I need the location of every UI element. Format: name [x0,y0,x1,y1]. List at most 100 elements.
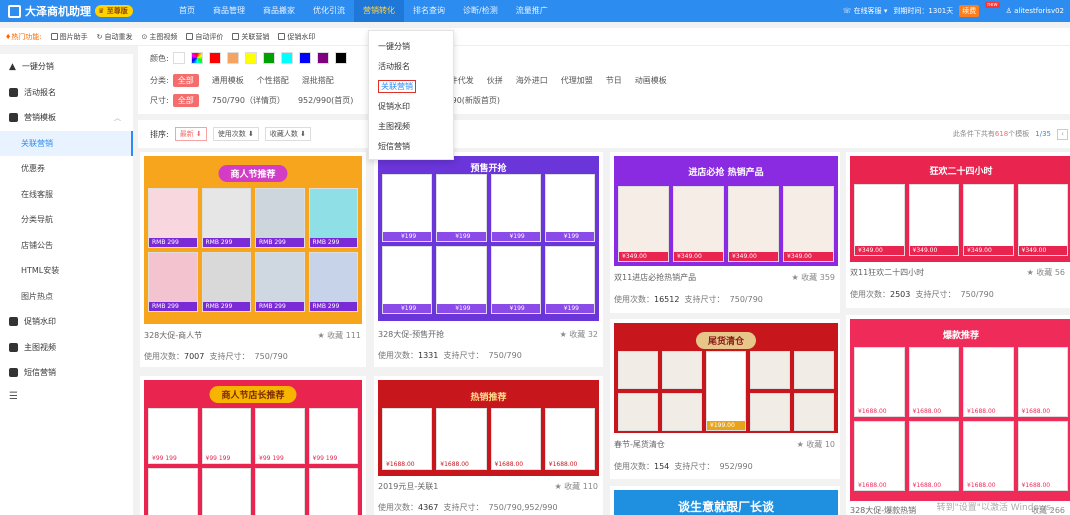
sort-favorites-button[interactable]: 收藏人数 ⬇ [264,127,311,141]
sidebar-item-announcement[interactable]: 店铺公告 [0,233,133,259]
template-card[interactable]: 热销推荐 ¥1688.00 ¥1688.00 ¥1688.00 ¥1688.00… [374,376,603,515]
color-swatch-orange[interactable] [226,52,239,64]
nav-move[interactable]: 商品搬家 [254,0,304,22]
product-tile [794,351,834,389]
renew-button[interactable]: 续费 [959,5,980,17]
template-card[interactable]: 尾货清仓 ¥199.00 春节-尾货清仓 ★ 收藏 10 使用次数：154 支持… [610,319,840,479]
favorite-button[interactable]: ★ 收藏 10 [797,439,835,450]
template-card[interactable]: 商人节店长推荐 ¥99 199 ¥99 199 ¥99 199 ¥99 199 [140,376,366,515]
product-tile: ¥99 199 [148,408,198,464]
watermark-icon [9,317,18,327]
collapse-menu-icon[interactable]: ☰ [0,386,133,408]
template-thumbnail[interactable]: 狂欢二十四小时 ¥349.00 ¥349.00 ¥349.00 ¥349.00 [850,156,1070,262]
product-tile: ¥1688.00 [490,408,541,470]
category-mixed[interactable]: 混批搭配 [302,75,334,86]
hot-item-main-video[interactable]: ⊙ 主图视频 [142,32,178,42]
sidebar-item-category-nav[interactable]: 分类导航 [0,207,133,233]
user-menu[interactable]: ♙ alitestforisv02 [1006,7,1064,15]
favorite-button[interactable]: ★ 收藏 110 [554,481,598,492]
template-thumbnail[interactable]: 预售开抢 ¥199 ¥199 ¥199 ¥199 ¥199 ¥199 ¥199 … [378,156,599,321]
category-personal[interactable]: 个性搭配 [257,75,289,86]
color-swatch-black[interactable] [334,52,347,64]
product-tile: ¥349.00 [1017,184,1068,256]
size-detail[interactable]: 750/790（详情页） [212,95,285,106]
product-tile [750,393,790,431]
favorite-button[interactable]: ★ 收藏 359 [791,272,835,283]
template-card[interactable]: 狂欢二十四小时 ¥349.00 ¥349.00 ¥349.00 ¥349.00 … [846,152,1070,308]
color-swatch-green[interactable] [262,52,275,64]
size-all[interactable]: 全部 [172,94,199,107]
menu-item-distribution[interactable]: 一键分销 [369,37,453,57]
app-name: 大泽商机助理 [25,5,91,18]
size-homepage[interactable]: 952/990(首页) [298,95,353,106]
sidebar-item-related-marketing[interactable]: 关联营销 [0,130,133,156]
nav-products[interactable]: 商品管理 [204,0,254,22]
template-thumbnail[interactable]: 爆款推荐 ¥1688.00 ¥1688.00 ¥1688.00 ¥1688.00… [850,319,1070,501]
category-label: 分类: [150,76,169,85]
prev-page-icon[interactable]: ‹ [1057,128,1068,140]
nav-optimize[interactable]: 优化引流 [304,0,354,22]
favorite-button[interactable]: ★ 收藏 32 [560,329,598,340]
color-swatch-rainbow[interactable] [190,52,203,64]
favorite-button[interactable]: ★ 收藏 56 [1027,267,1065,278]
color-swatch-white[interactable] [172,52,185,64]
category-holiday[interactable]: 节日 [606,75,622,86]
template-card[interactable]: 预售开抢 ¥199 ¥199 ¥199 ¥199 ¥199 ¥199 ¥199 … [374,152,603,367]
template-card[interactable]: 进店必抢 热销产品 ¥349.00 ¥349.00 ¥349.00 ¥349.0… [610,152,840,313]
sidebar-item-activity[interactable]: 活动报名 [0,80,133,106]
banner-title: 商人节推荐 [218,165,288,182]
category-all[interactable]: 全部 [172,74,199,87]
category-group-buy[interactable]: 伙拼 [487,75,503,86]
nav-ranking[interactable]: 排名查询 [404,0,454,22]
product-tile: ¥349.00 [783,186,834,262]
menu-item-related-marketing[interactable]: 关联营销 [369,77,453,97]
template-card[interactable]: 商人节推荐 RMB 299 RMB 299 RMB 299 RMB 299 RM… [140,152,366,367]
category-import[interactable]: 海外进口 [516,75,548,86]
favorite-button[interactable]: ★ 收藏 111 [317,330,361,341]
template-thumbnail[interactable]: 尾货清仓 ¥199.00 [614,323,838,433]
support-link[interactable]: ☏ 在线客服 ▾ [843,6,888,16]
hot-item-auto-repost[interactable]: ↻ 自动重发 [97,32,133,42]
sidebar-item-distribution[interactable]: ▲ 一键分销 [0,54,133,80]
sidebar-item-templates[interactable]: 营销模板 ︿ [0,105,133,131]
product-tile: ¥349.00 [673,186,724,262]
sidebar-item-video[interactable]: 主图视频 [0,335,133,361]
nav-diagnose[interactable]: 诊断/检测 [454,0,507,22]
sort-usage-button[interactable]: 使用次数 ⬇ [212,127,259,141]
color-swatch-yellow[interactable] [244,52,257,64]
template-thumbnail[interactable]: 进店必抢 热销产品 ¥349.00 ¥349.00 ¥349.00 ¥349.0… [614,156,838,266]
hot-item-auto-review[interactable]: 自动评价 [186,32,223,42]
nav-traffic[interactable]: 流量推广 [507,0,557,22]
app-logo[interactable]: 大泽商机助理 ♛ 至尊版 [0,3,170,19]
product-tile: ¥199 [382,246,433,314]
template-thumbnail[interactable]: 商人节推荐 RMB 299 RMB 299 RMB 299 RMB 299 RM… [144,156,362,324]
category-animated[interactable]: 动画模板 [635,75,667,86]
category-general[interactable]: 通用模板 [212,75,244,86]
template-card[interactable]: 爆款推荐 ¥1688.00 ¥1688.00 ¥1688.00 ¥1688.00… [846,315,1070,515]
color-swatch-red[interactable] [208,52,221,64]
menu-item-sms[interactable]: 短信营销 [369,137,453,157]
sidebar-item-coupons[interactable]: 优惠券 [0,156,133,182]
color-swatch-blue[interactable] [298,52,311,64]
color-swatch-purple[interactable] [316,52,329,64]
color-swatch-cyan[interactable] [280,52,293,64]
sidebar-item-html-install[interactable]: HTML安装 [0,258,133,284]
template-thumbnail[interactable]: 谈生意就跟厂长谈 [614,490,838,515]
hot-item-promo-watermark[interactable]: 促销水印 [278,32,315,42]
template-card[interactable]: 谈生意就跟厂长谈 [610,486,840,515]
nav-marketing[interactable]: 营销转化 [354,0,404,22]
hot-item-image-helper[interactable]: 图片助手 [50,32,88,42]
template-thumbnail[interactable]: 热销推荐 ¥1688.00 ¥1688.00 ¥1688.00 ¥1688.00 [378,380,599,476]
hot-item-related-marketing[interactable]: 关联营销 [232,32,269,42]
category-franchise[interactable]: 代理加盟 [561,75,593,86]
menu-item-watermark[interactable]: 促销水印 [369,97,453,117]
sidebar-item-hotspot[interactable]: 图片热点 [0,284,133,310]
sidebar-item-watermark[interactable]: 促销水印 [0,309,133,335]
sidebar-item-online-service[interactable]: 在线客服 [0,182,133,208]
sidebar-item-sms[interactable]: 短信营销 [0,360,133,386]
nav-home[interactable]: 首页 [170,0,204,22]
sort-newest-button[interactable]: 最新 ⬇ [174,127,207,141]
template-thumbnail[interactable]: 商人节店长推荐 ¥99 199 ¥99 199 ¥99 199 ¥99 199 [144,380,362,515]
menu-item-video[interactable]: 主图视频 [369,117,453,137]
menu-item-activity[interactable]: 活动报名 [369,57,453,77]
